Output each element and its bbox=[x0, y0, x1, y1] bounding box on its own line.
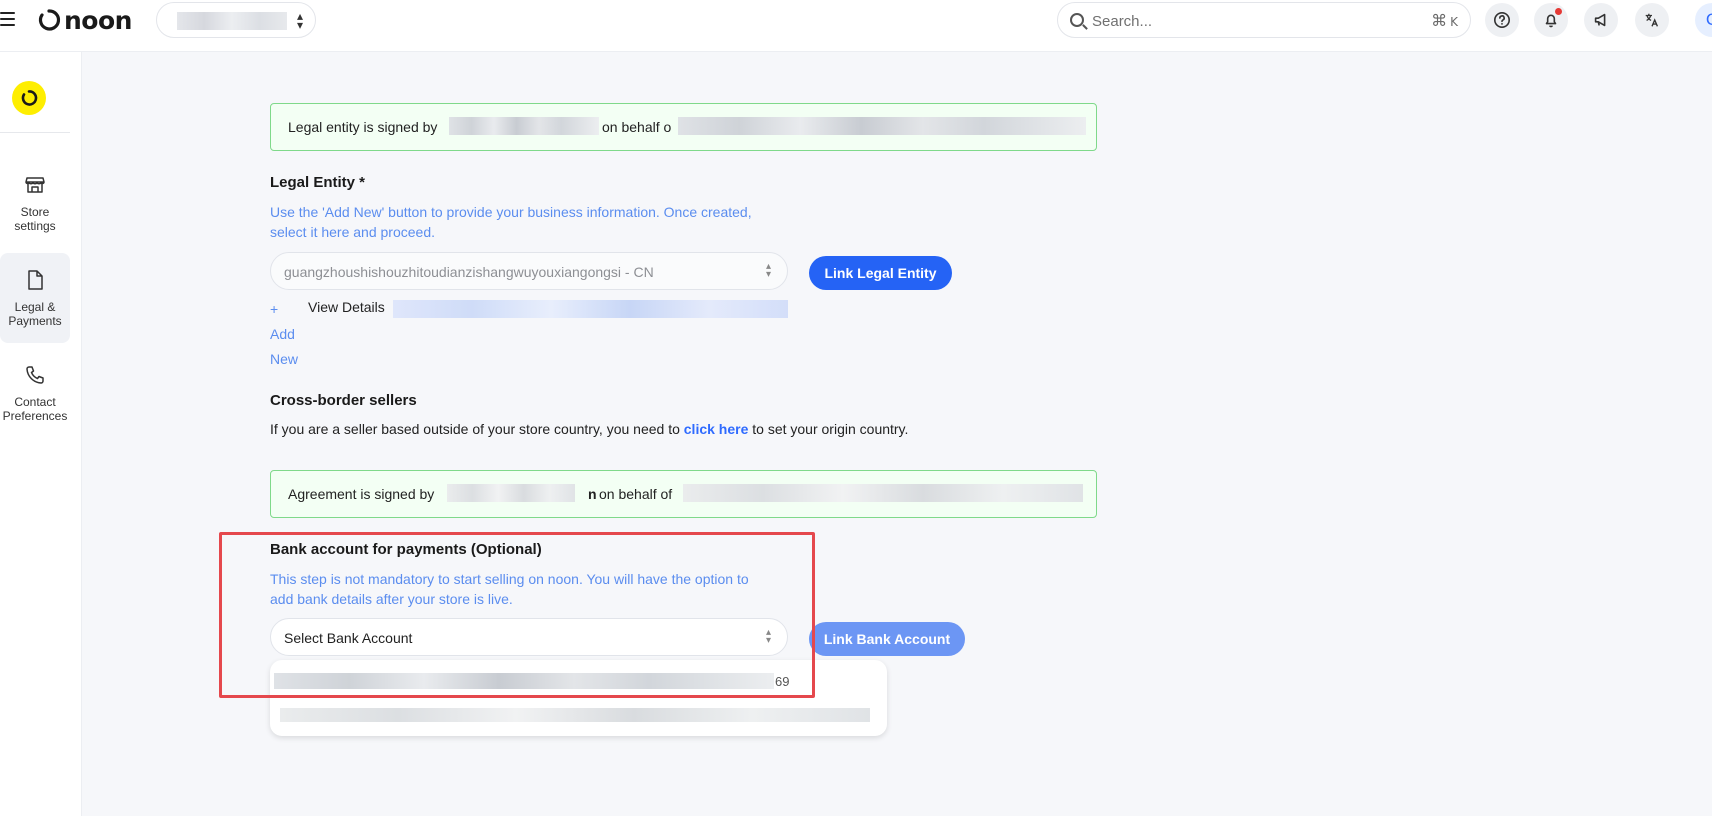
legal-entity-signed-banner: Legal entity is signed by on behalf o bbox=[270, 103, 1097, 151]
banner-text-middle: on behalf of bbox=[599, 486, 673, 502]
bank-account-option-suffix: 69 bbox=[775, 674, 790, 689]
search-bar[interactable]: Search... ⌘ K bbox=[1057, 2, 1471, 38]
sidebar-item-label: settings bbox=[14, 219, 56, 233]
legal-entity-title: Legal Entity * bbox=[270, 174, 366, 191]
add-new-legal-entity-button[interactable]: + Add New bbox=[270, 297, 298, 372]
bank-account-helper-text: This step is not mandatory to start sell… bbox=[270, 571, 749, 607]
keyboard-shortcut-hint: ⌘ K bbox=[1431, 11, 1458, 30]
translate-icon bbox=[1645, 13, 1659, 27]
sidebar-item-contact-preferences[interactable]: Contact Preferences bbox=[0, 348, 70, 438]
noon-brand-icon[interactable] bbox=[12, 81, 46, 115]
help-icon bbox=[1493, 11, 1511, 29]
bank-account-title: Bank account for payments (Optional) bbox=[270, 541, 542, 558]
notification-badge bbox=[1555, 8, 1562, 15]
redacted-entity-name bbox=[683, 484, 1083, 502]
link-legal-entity-button[interactable]: Link Legal Entity bbox=[809, 256, 952, 290]
top-bar: noon ▴▾ Search... ⌘K C bbox=[0, 0, 1712, 52]
link-bank-account-button[interactable]: Link Bank Account bbox=[809, 622, 965, 656]
help-button[interactable] bbox=[1485, 3, 1519, 37]
sidebar: Store settings Legal & Payments Contact Pre… bbox=[0, 52, 82, 816]
chevron-up-down-icon: ▴ ▾ bbox=[765, 627, 771, 646]
sidebar-item-store-settings[interactable]: Store settings bbox=[0, 158, 70, 248]
noon-logo-icon bbox=[38, 9, 61, 31]
redacted-bank-account bbox=[274, 673, 774, 689]
sidebar-item-label: Store bbox=[20, 205, 50, 219]
bank-account-select-placeholder: Select Bank Account bbox=[284, 630, 413, 646]
redacted-bank-account bbox=[280, 708, 870, 722]
phone-icon bbox=[26, 366, 44, 384]
legal-entity-helper-text: Use the 'Add New' button to provide your… bbox=[270, 204, 752, 240]
cross-border-title: Cross-border sellers bbox=[270, 392, 417, 409]
bank-account-dropdown: 69 bbox=[270, 660, 887, 736]
cross-border-text: If you are a seller based outside of you… bbox=[270, 421, 909, 437]
bank-account-option[interactable]: 69 bbox=[270, 662, 887, 698]
sidebar-item-label: Legal & bbox=[14, 300, 56, 314]
hamburger-menu-icon[interactable] bbox=[0, 12, 16, 28]
store-icon bbox=[25, 177, 45, 193]
sidebar-item-label: Payments bbox=[8, 314, 62, 328]
banner-text-prefix: Agreement is signed by bbox=[288, 486, 435, 502]
sidebar-item-label: Contact bbox=[14, 395, 56, 409]
sidebar-item-label: Preferences bbox=[2, 409, 68, 423]
megaphone-icon bbox=[1594, 13, 1606, 27]
view-details-link[interactable]: View Details bbox=[308, 299, 385, 315]
search-input[interactable]: Search... bbox=[1092, 13, 1152, 30]
redacted-entity-name bbox=[678, 117, 1086, 135]
bank-account-select[interactable]: Select Bank Account ▴ ▾ bbox=[270, 618, 788, 656]
document-icon bbox=[28, 270, 43, 290]
sidebar-item-legal-payments[interactable]: Legal & Payments bbox=[0, 253, 70, 343]
announcements-button[interactable] bbox=[1584, 3, 1618, 37]
redacted-entity-details bbox=[393, 300, 788, 318]
plus-icon: + bbox=[270, 301, 279, 317]
chevron-up-down-icon: ▴ ▾ bbox=[296, 9, 303, 32]
banner-text-middle: on behalf o bbox=[602, 119, 672, 135]
redacted-store-name bbox=[177, 12, 287, 30]
bank-account-option[interactable] bbox=[270, 698, 887, 734]
click-here-link[interactable]: click here bbox=[684, 421, 749, 437]
legal-entity-select[interactable]: guangzhoushishouzhitoudianzishangwuyouxi… bbox=[270, 252, 788, 290]
sidebar-divider bbox=[0, 132, 70, 133]
redacted-signer-name bbox=[447, 484, 575, 502]
chevron-up-down-icon: ▴ ▾ bbox=[765, 261, 771, 280]
banner-name-end: n bbox=[588, 486, 597, 502]
user-avatar[interactable]: C bbox=[1695, 3, 1712, 37]
agreement-signed-banner: Agreement is signed by n on behalf of bbox=[270, 470, 1097, 518]
store-selector[interactable]: ▴ ▾ bbox=[156, 2, 316, 38]
logo-text: noon bbox=[64, 5, 132, 35]
notifications-button[interactable] bbox=[1534, 3, 1568, 37]
search-icon bbox=[1070, 13, 1084, 27]
noon-logo[interactable]: noon bbox=[36, 4, 132, 36]
banner-text-prefix: Legal entity is signed by bbox=[288, 119, 438, 135]
language-button[interactable] bbox=[1635, 3, 1669, 37]
legal-entity-select-value: guangzhoushishouzhitoudianzishangwuyouxi… bbox=[284, 264, 654, 280]
redacted-signer-name bbox=[449, 117, 599, 135]
